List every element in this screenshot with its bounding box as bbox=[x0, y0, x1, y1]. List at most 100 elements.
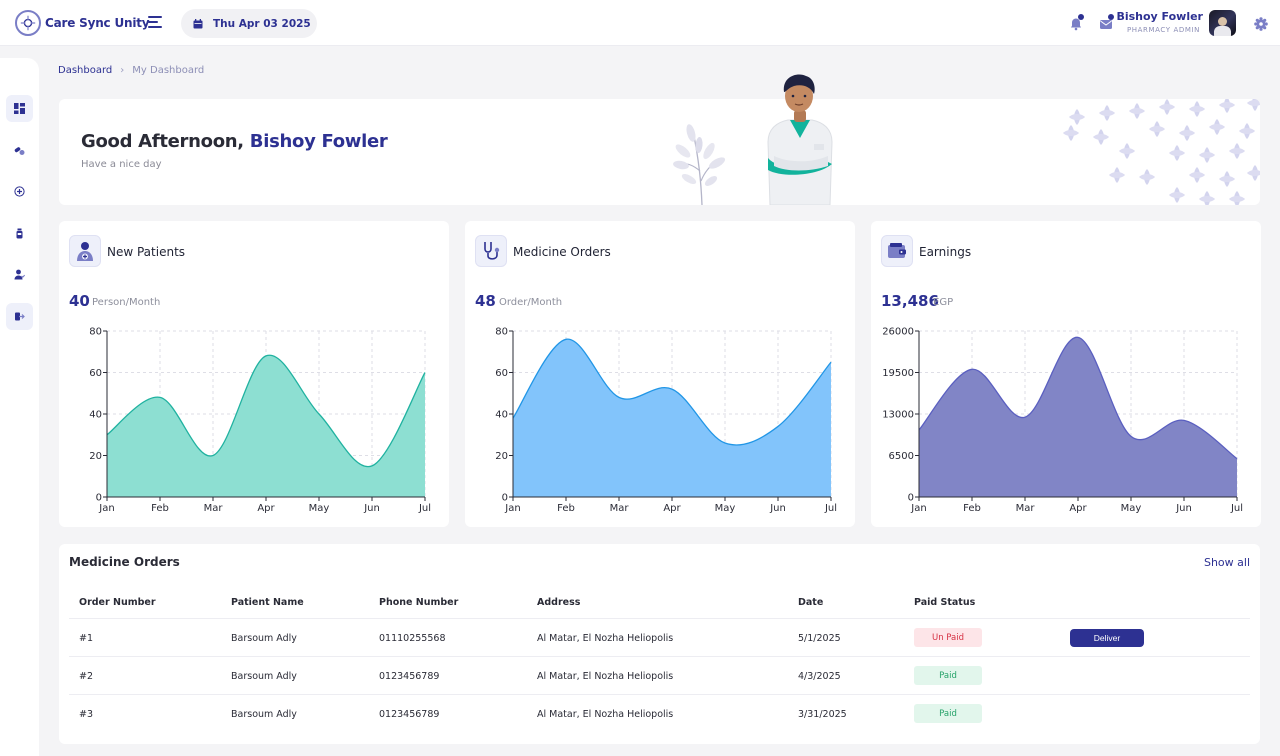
x-tick-label: Feb bbox=[151, 503, 169, 514]
data-point[interactable] bbox=[670, 387, 674, 391]
y-tick-label: 80 bbox=[495, 327, 508, 338]
pills-icon bbox=[14, 147, 25, 155]
data-point[interactable] bbox=[423, 371, 427, 375]
x-tick-label: May bbox=[309, 503, 330, 514]
y-tick-label: 60 bbox=[89, 368, 102, 379]
calendar-icon bbox=[193, 18, 203, 28]
gear-icon[interactable] bbox=[1254, 16, 1268, 31]
sidebar-item-add[interactable] bbox=[6, 178, 33, 205]
card-unit: Person/Month bbox=[92, 297, 161, 308]
column-header: Date bbox=[798, 597, 824, 608]
data-point[interactable] bbox=[776, 424, 780, 428]
card-unit: Order/Month bbox=[499, 297, 563, 308]
user-role: PHARMACY ADMIN bbox=[1126, 26, 1200, 34]
patient-name: Barsoum Adly bbox=[231, 709, 297, 720]
status-badge: Paid bbox=[914, 704, 982, 723]
dashboard-icon bbox=[14, 103, 25, 114]
wallet-icon bbox=[881, 235, 913, 267]
y-tick-label: 0 bbox=[96, 493, 102, 504]
data-point[interactable] bbox=[1076, 335, 1080, 339]
status-badge: Paid bbox=[914, 666, 982, 685]
new-patients-chart: 0 20 40 60 80 Jan Feb Mar Apr May Jun Jul bbox=[89, 327, 431, 515]
doctor-illustration bbox=[767, 74, 833, 205]
order-number: #1 bbox=[79, 633, 94, 644]
data-point[interactable] bbox=[1235, 457, 1239, 461]
x-tick-label: Jun bbox=[363, 503, 380, 514]
sidebar-item-pharmacy[interactable] bbox=[6, 220, 33, 247]
date-picker[interactable]: Thu Apr 03 2025 bbox=[181, 9, 317, 38]
sidebar-item-logout[interactable] bbox=[6, 303, 33, 330]
data-point[interactable] bbox=[970, 367, 974, 371]
table-row[interactable]: #3 Barsoum Adly 0123456789 Al Matar, El … bbox=[69, 694, 1250, 732]
y-tick-label: 19500 bbox=[882, 368, 914, 379]
order-date: 5/1/2025 bbox=[798, 633, 841, 644]
decorative-pattern bbox=[1063, 99, 1260, 205]
data-point[interactable] bbox=[1023, 415, 1027, 419]
y-tick-label: 0 bbox=[502, 493, 508, 504]
data-point[interactable] bbox=[723, 441, 727, 445]
address: Al Matar, El Nozha Heliopolis bbox=[537, 633, 674, 644]
table-row[interactable]: #1 Barsoum Adly 01110255568 Al Matar, El… bbox=[69, 618, 1250, 656]
data-point[interactable] bbox=[617, 395, 621, 399]
card-unit: EGP bbox=[933, 297, 954, 308]
column-header: Paid Status bbox=[914, 597, 976, 608]
y-tick-label: 60 bbox=[495, 368, 508, 379]
data-point[interactable] bbox=[1129, 434, 1133, 438]
user-icon bbox=[14, 269, 25, 280]
x-tick-label: Jun bbox=[769, 503, 786, 514]
welcome-banner: Good Afternoon, Bishoy Fowler Have a nic… bbox=[59, 99, 1260, 205]
data-point[interactable] bbox=[158, 395, 162, 399]
x-tick-label: Apr bbox=[663, 503, 681, 514]
stat-card-new-patients: New Patients 40 Person/Month 0 20 40 60 80 Ja… bbox=[59, 221, 449, 527]
breadcrumb-home[interactable]: Dashboard bbox=[58, 65, 112, 76]
x-tick-label: Mar bbox=[610, 503, 630, 514]
data-point[interactable] bbox=[511, 416, 515, 420]
data-point[interactable] bbox=[917, 428, 921, 432]
breadcrumb: Dashboard › My Dashboard bbox=[58, 65, 204, 76]
data-point[interactable] bbox=[264, 354, 268, 358]
date-label: Thu Apr 03 2025 bbox=[213, 17, 311, 30]
series-area bbox=[107, 355, 425, 497]
user-name[interactable]: Bishoy Fowler bbox=[1116, 10, 1203, 23]
data-point[interactable] bbox=[829, 360, 833, 364]
phone-number: 0123456789 bbox=[379, 671, 440, 682]
series-area bbox=[919, 337, 1237, 497]
data-point[interactable] bbox=[317, 412, 321, 416]
data-point[interactable] bbox=[564, 337, 568, 341]
table-row[interactable]: #2 Barsoum Adly 0123456789 Al Matar, El … bbox=[69, 656, 1250, 694]
show-all-link[interactable]: Show all bbox=[1204, 556, 1250, 569]
deliver-button[interactable]: Deliver bbox=[1070, 629, 1144, 647]
y-tick-label: 40 bbox=[495, 410, 508, 421]
stat-card-medicine-orders: Medicine Orders 48 Order/Month 0 20 40 60 80… bbox=[465, 221, 855, 527]
greeting-text: Good Afternoon, bbox=[81, 131, 244, 152]
data-point[interactable] bbox=[1182, 418, 1186, 422]
top-bar: Care Sync Unity Thu Apr 03 2025 Bishoy F… bbox=[0, 0, 1280, 46]
mail-icon[interactable] bbox=[1099, 14, 1114, 30]
data-point[interactable] bbox=[370, 464, 374, 468]
card-value: 13,486 bbox=[881, 292, 939, 310]
column-header: Address bbox=[537, 597, 581, 608]
logo-icon[interactable] bbox=[15, 10, 41, 36]
patient-name: Barsoum Adly bbox=[231, 671, 297, 682]
greeting-name: Bishoy Fowler bbox=[249, 131, 388, 152]
order-number: #3 bbox=[79, 709, 94, 720]
sidebar bbox=[0, 58, 39, 756]
avatar[interactable] bbox=[1209, 10, 1236, 36]
stethoscope-icon bbox=[475, 235, 507, 267]
x-tick-label: Jan bbox=[98, 503, 114, 514]
data-point[interactable] bbox=[105, 433, 109, 437]
y-tick-label: 80 bbox=[89, 327, 102, 338]
data-point[interactable] bbox=[211, 454, 215, 458]
phone-number: 0123456789 bbox=[379, 709, 440, 720]
sidebar-item-users[interactable] bbox=[6, 261, 33, 288]
sidebar-item-medicines[interactable] bbox=[6, 137, 33, 164]
menu-toggle-icon[interactable] bbox=[148, 16, 162, 30]
brand-name[interactable]: Care Sync Unity bbox=[45, 16, 150, 30]
bell-icon[interactable] bbox=[1069, 14, 1084, 31]
bottle-icon bbox=[16, 228, 23, 239]
order-date: 4/3/2025 bbox=[798, 671, 841, 682]
sidebar-item-dashboard[interactable] bbox=[6, 95, 33, 122]
card-title: New Patients bbox=[107, 245, 186, 259]
order-number: #2 bbox=[79, 671, 94, 682]
x-tick-label: Jan bbox=[504, 503, 520, 514]
